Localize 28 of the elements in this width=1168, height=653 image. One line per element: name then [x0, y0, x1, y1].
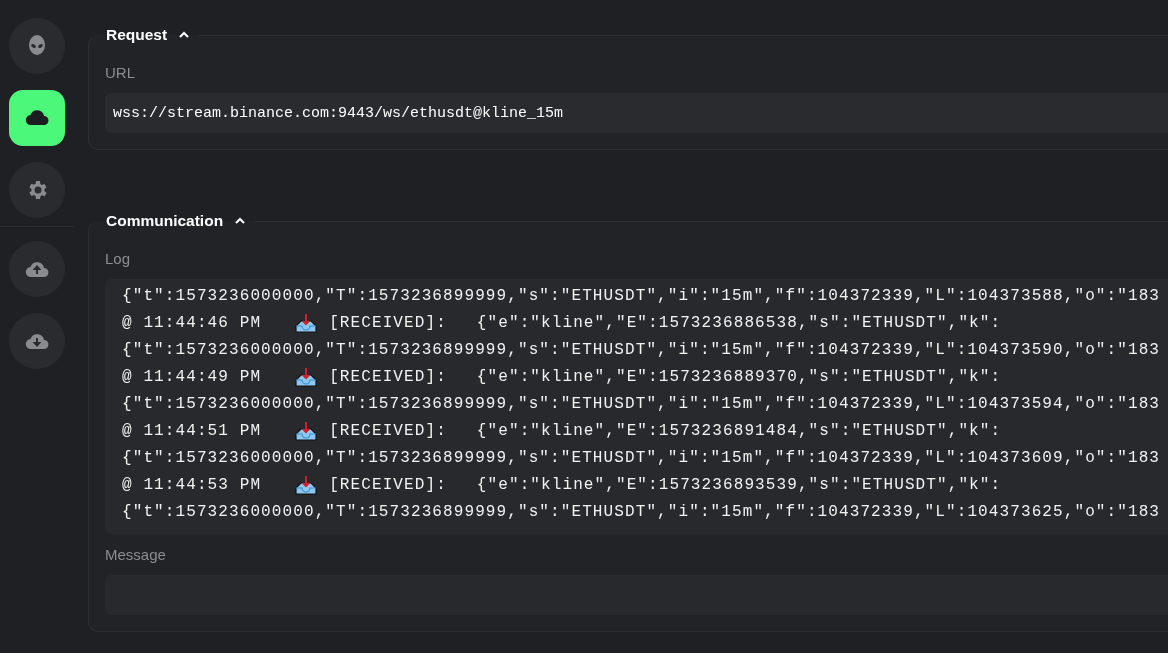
- inbox-tray-icon: [295, 420, 318, 441]
- log-time: @ 11:44:46 PM: [122, 313, 262, 332]
- log-line: {"t":1573236000000,"T":1573236899999,"s":"ETHUSDT","i":"15m","f":104372339,"L":104373609,"o":"183: [122, 448, 1161, 467]
- log-time: @ 11:44:49 PM: [122, 367, 262, 386]
- log-tag: [RECEIVED]:: [329, 367, 447, 386]
- log-line: {"t":1573236000000,"T":1573236899999,"s":"ETHUSDT","i":"15m","f":104372339,"L":104373588,"o":"183: [122, 286, 1161, 305]
- field-label: URL: [105, 64, 136, 81]
- url-field[interactable]: wss://stream.binance.com:9443/ws/ethusdt@kline_15m: [105, 93, 1168, 133]
- field-label: Message: [105, 546, 167, 563]
- log-payload: {"e":"kline","E":1573236893539,"s":"ETHUSDT","k":: [476, 475, 1002, 494]
- inbox-tray-icon: [295, 474, 318, 495]
- log-tag: [RECEIVED]:: [329, 421, 447, 440]
- inbox-tray-icon: [295, 312, 318, 333]
- log-line: {"t":1573236000000,"T":1573236899999,"s":"ETHUSDT","i":"15m","f":104372339,"L":104373625,"o":"183: [122, 502, 1161, 521]
- panel-title: Communication: [106, 212, 224, 230]
- cloud-button[interactable]: [8, 90, 65, 146]
- log-tag: [RECEIVED]:: [329, 313, 447, 332]
- inbox-tray-icon: [295, 366, 318, 387]
- log-line: {"t":1573236000000,"T":1573236899999,"s":"ETHUSDT","i":"15m","f":104372339,"L":104373590,"o":"183: [122, 340, 1161, 359]
- log-tag: [RECEIVED]:: [329, 475, 447, 494]
- log-line: {"t":1573236000000,"T":1573236899999,"s":"ETHUSDT","i":"15m","f":104372339,"L":104373594,"o":"183: [122, 394, 1161, 413]
- log-payload: {"e":"kline","E":1573236891484,"s":"ETHUSDT","k":: [476, 421, 1002, 440]
- log-payload: {"e":"kline","E":1573236889370,"s":"ETHUSDT","k":: [476, 367, 1002, 386]
- log-time: @ 11:44:53 PM: [122, 475, 262, 494]
- panel-title: Request: [106, 26, 168, 44]
- log-payload: {"e":"kline","E":1573236886538,"s":"ETHUSDT","k":: [476, 313, 1002, 332]
- log-time: @ 11:44:51 PM: [122, 421, 262, 440]
- field-label: Log: [105, 250, 132, 267]
